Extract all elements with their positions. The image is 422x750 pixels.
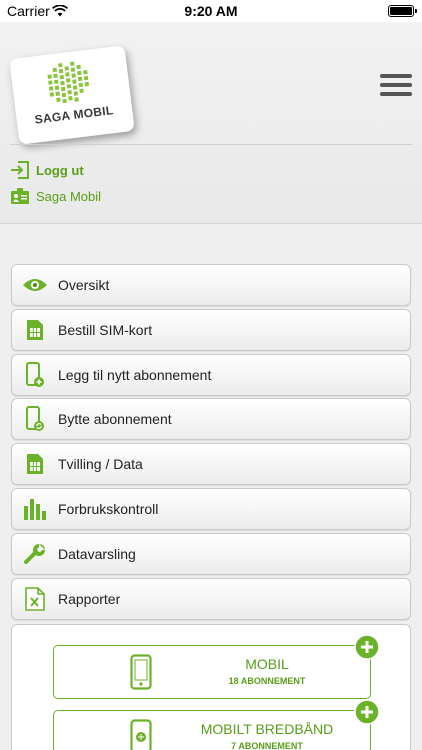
main-menu: Oversikt Bestill SIM-kort Legg til nytt … (11, 264, 411, 622)
logo-text: SAGA MOBIL (33, 103, 115, 127)
logout-icon (10, 161, 30, 179)
header: SAGA MOBIL Logg ut Saga Mobil (0, 22, 422, 224)
hamburger-menu-icon[interactable] (380, 74, 412, 98)
menu-item-label: Bytte abonnement (58, 411, 172, 428)
menu-item-label: Rapporter (58, 590, 121, 607)
menu-item-rapporter[interactable]: Rapporter (11, 577, 411, 620)
subscription-card-mobil[interactable]: MOBIL 18 ABONNEMENT (53, 634, 380, 699)
menu-item-bytte-abonnement[interactable]: Bytte abonnement (11, 398, 411, 441)
phone-swap-icon (12, 406, 58, 432)
logout-link[interactable]: Logg ut (10, 160, 84, 180)
excel-file-icon (12, 586, 58, 611)
menu-item-bestill-sim[interactable]: Bestill SIM-kort (11, 308, 411, 351)
menu-item-label: Bestill SIM-kort (58, 321, 153, 338)
menu-item-label: Tvilling / Data (58, 456, 143, 473)
menu-item-tvilling-data[interactable]: Tvilling / Data (11, 443, 411, 486)
wrench-icon (12, 543, 58, 565)
menu-item-label: Oversikt (58, 277, 110, 293)
mobile-phone-icon (130, 654, 152, 695)
account-label: Saga Mobil (36, 188, 102, 204)
saga-mobil-logo[interactable]: SAGA MOBIL (9, 45, 135, 145)
sim-card-icon (12, 319, 58, 341)
eye-icon (12, 277, 58, 293)
subscription-title: MOBILT BREDBÅND (200, 721, 334, 737)
add-circle-icon[interactable] (354, 699, 380, 730)
menu-item-forbrukskontroll[interactable]: Forbrukskontroll (11, 487, 411, 530)
subscription-title: MOBIL (245, 656, 289, 672)
subscription-panel: MOBIL 18 ABONNEMENT MOBILT BREDBÅND 7 AB… (11, 624, 411, 750)
logout-label: Logg ut (36, 162, 84, 178)
status-bar: Carrier 9:20 AM (0, 0, 422, 22)
battery-icon (388, 5, 417, 17)
add-circle-icon[interactable] (354, 634, 380, 665)
menu-item-datavarsling[interactable]: Datavarsling (11, 532, 411, 575)
subscription-count: 18 ABONNEMENT (228, 676, 306, 686)
mobile-broadband-icon (130, 719, 152, 750)
subscription-card-mobilt-bredband[interactable]: MOBILT BREDBÅND 7 ABONNEMENT (53, 699, 380, 750)
menu-item-label: Datavarsling (58, 545, 136, 562)
menu-item-oversikt[interactable]: Oversikt (11, 264, 411, 306)
status-time: 9:20 AM (184, 3, 238, 19)
logo-grid-icon (47, 61, 90, 104)
id-card-icon (10, 187, 30, 205)
bar-chart-icon (12, 498, 58, 520)
header-divider (10, 144, 412, 145)
menu-item-label: Legg til nytt abonnement (58, 366, 212, 383)
account-link[interactable]: Saga Mobil (10, 186, 101, 206)
menu-item-legg-til-abonnement[interactable]: Legg til nytt abonnement (11, 353, 411, 396)
menu-item-label: Forbrukskontroll (58, 500, 159, 517)
sim-card-icon (12, 453, 58, 475)
phone-add-icon (12, 361, 58, 388)
subscription-count: 7 ABONNEMENT (231, 741, 303, 750)
